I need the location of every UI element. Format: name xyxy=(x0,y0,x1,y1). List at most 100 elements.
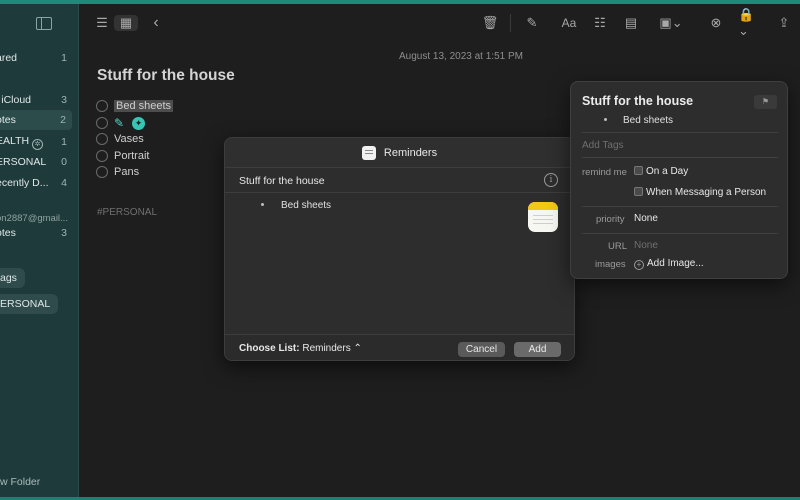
when-messaging-option[interactable]: When Messaging a Person xyxy=(634,187,766,198)
toolbar: ☰ ▦ ‹ 🗑 ✎ Aa ☷ ▤ ▣⌄ ⊗ 🔒⌄ ⇪ xyxy=(80,4,800,40)
checklist-item-text: Pans xyxy=(114,166,140,178)
checklist-item[interactable]: Bed sheets xyxy=(96,98,174,114)
when-messaging-label: When Messaging a Person xyxy=(646,187,767,198)
back-chevron-icon[interactable]: ‹ xyxy=(148,14,164,31)
note-hashtag[interactable]: #PERSONAL xyxy=(97,207,157,218)
share-icon[interactable]: ⇪ xyxy=(776,15,792,31)
sidebar-item-all-icloud[interactable]: l iCloud 3 xyxy=(0,90,78,110)
popover-title[interactable]: Stuff for the house xyxy=(582,94,693,108)
dialog-header: Reminders xyxy=(225,138,574,168)
popover-note-text: Bed sheets xyxy=(623,115,674,126)
checklist-item[interactable]: Vases xyxy=(96,131,144,147)
sidebar-item-label: ecently D... xyxy=(0,177,49,189)
reminder-info-popover: Stuff for the house ⚑ Bed sheets Add Tag… xyxy=(570,81,788,279)
sidebar-item-recently-deleted[interactable]: ecently D... 4 xyxy=(0,173,78,193)
dialog-footer: Choose List: Reminders ⌃ Cancel Add xyxy=(225,334,574,360)
checklist-item-text: Portrait xyxy=(114,150,150,162)
checklist-item-text: Bed sheets xyxy=(114,100,174,112)
toolbar-divider xyxy=(510,14,511,32)
checkbox-circle[interactable] xyxy=(96,166,108,178)
divider xyxy=(582,132,778,133)
sidebar-item-personal[interactable]: ERSONAL 0 xyxy=(0,152,78,172)
on-a-day-checkbox[interactable] xyxy=(634,166,643,175)
sidebar-item-label: l iCloud xyxy=(0,94,32,106)
sidebar-item-health[interactable]: EALTH✲ 1 xyxy=(0,132,78,152)
checklist-item[interactable]: Portrait xyxy=(96,148,149,164)
trash-icon[interactable]: 🗑 xyxy=(482,15,499,31)
sidebar-item-label: ared xyxy=(0,52,18,64)
notes-app-icon xyxy=(528,202,558,232)
sidebar-item-label-wrap: EALTH✲ xyxy=(0,134,44,150)
divider xyxy=(582,206,778,207)
divider xyxy=(582,233,778,234)
sidebar-toggle-icon[interactable] xyxy=(36,17,52,30)
sidebar-item-count: 1 xyxy=(61,136,67,148)
checkbox-circle[interactable] xyxy=(96,133,108,145)
note-date: August 13, 2023 at 1:51 PM xyxy=(399,51,523,62)
info-icon[interactable]: i xyxy=(544,173,558,187)
table-icon[interactable]: ▤ xyxy=(623,15,639,31)
checklist-item[interactable]: Pans xyxy=(96,164,139,180)
add-image-button[interactable]: + Add Image... xyxy=(634,258,704,270)
list-view-icon[interactable]: ☰ xyxy=(94,15,110,31)
format-text-icon[interactable]: Aa xyxy=(558,15,580,31)
sidebar-item-notes[interactable]: otes 2 xyxy=(0,110,72,130)
gallery-view-icon[interactable]: ▦ xyxy=(114,15,138,31)
choose-list-label: Choose List: xyxy=(239,343,300,354)
note-title[interactable]: Stuff for the house xyxy=(97,67,235,85)
sidebar-item-count: 3 xyxy=(61,227,67,239)
remind-me-label: remind me xyxy=(582,167,627,178)
tag-all-tags[interactable]: ags xyxy=(0,268,25,288)
plus-icon: + xyxy=(634,260,644,270)
sidebar-item-account-notes[interactable]: otes 3 xyxy=(0,223,78,243)
compose-icon[interactable]: ✎ xyxy=(524,15,540,31)
on-a-day-label: On a Day xyxy=(646,166,689,177)
checklist-icon[interactable]: ☷ xyxy=(592,15,608,31)
sidebar-item-label: otes xyxy=(0,114,16,126)
pencil-icon[interactable]: ✎ xyxy=(114,116,124,130)
url-label: URL xyxy=(608,241,628,252)
sidebar: ared 1 l iCloud 3 otes 2 EALTH✲ 1 ERSONA… xyxy=(0,4,79,497)
cancel-button[interactable]: Cancel xyxy=(458,342,505,357)
gear-icon: ✲ xyxy=(32,138,44,150)
sidebar-item-count: 4 xyxy=(61,177,67,189)
checklist-item-text: Vases xyxy=(114,133,144,145)
choose-list-select[interactable]: Choose List: Reminders ⌃ xyxy=(239,343,362,354)
bullet-dot xyxy=(604,118,607,121)
images-label: images xyxy=(595,259,626,270)
divider xyxy=(582,157,778,158)
lock-icon[interactable]: 🔒⌄ xyxy=(738,7,764,38)
reminder-name-row[interactable]: Stuff for the house i xyxy=(225,169,574,193)
new-folder-button[interactable]: w Folder xyxy=(0,476,40,488)
popover-note-item: Bed sheets xyxy=(604,115,673,126)
checklist-item[interactable]: ✎ ✦ xyxy=(96,115,146,131)
tag-personal[interactable]: ERSONAL xyxy=(0,294,59,314)
sidebar-item-count: 3 xyxy=(61,94,67,106)
sidebar-item-shared[interactable]: ared 1 xyxy=(0,48,78,68)
sidebar-item-label: EALTH xyxy=(0,134,30,147)
flag-icon[interactable]: ⚑ xyxy=(754,95,777,109)
add-button[interactable]: Add xyxy=(514,342,561,357)
add-tags-input[interactable]: Add Tags xyxy=(582,140,624,151)
reminders-dialog: Reminders Stuff for the house i Bed shee… xyxy=(224,137,575,361)
on-a-day-option[interactable]: On a Day xyxy=(634,166,688,177)
checkbox-circle[interactable] xyxy=(96,117,108,129)
sidebar-account-label: on2887@gmail... xyxy=(0,212,68,224)
media-icon[interactable]: ▣⌄ xyxy=(656,15,686,31)
add-image-label: Add Image... xyxy=(647,258,704,269)
collaborate-icon[interactable]: ⊗ xyxy=(708,15,724,31)
reminder-note-item: Bed sheets xyxy=(261,200,331,211)
bullet-dot xyxy=(261,203,264,206)
sidebar-item-label: ERSONAL xyxy=(0,156,47,168)
priority-label: priority xyxy=(596,214,625,225)
checkbox-circle[interactable] xyxy=(96,150,108,162)
url-input[interactable]: None xyxy=(634,240,658,251)
checkbox-circle[interactable] xyxy=(96,100,108,112)
when-messaging-checkbox[interactable] xyxy=(634,187,643,196)
reminder-name[interactable]: Stuff for the house xyxy=(239,175,325,187)
lightbulb-icon[interactable]: ✦ xyxy=(132,116,146,130)
choose-list-value: Reminders ⌃ xyxy=(302,343,362,354)
priority-select[interactable]: None xyxy=(634,213,658,224)
sidebar-item-label: otes xyxy=(0,227,16,239)
sidebar-item-count: 1 xyxy=(61,52,67,64)
